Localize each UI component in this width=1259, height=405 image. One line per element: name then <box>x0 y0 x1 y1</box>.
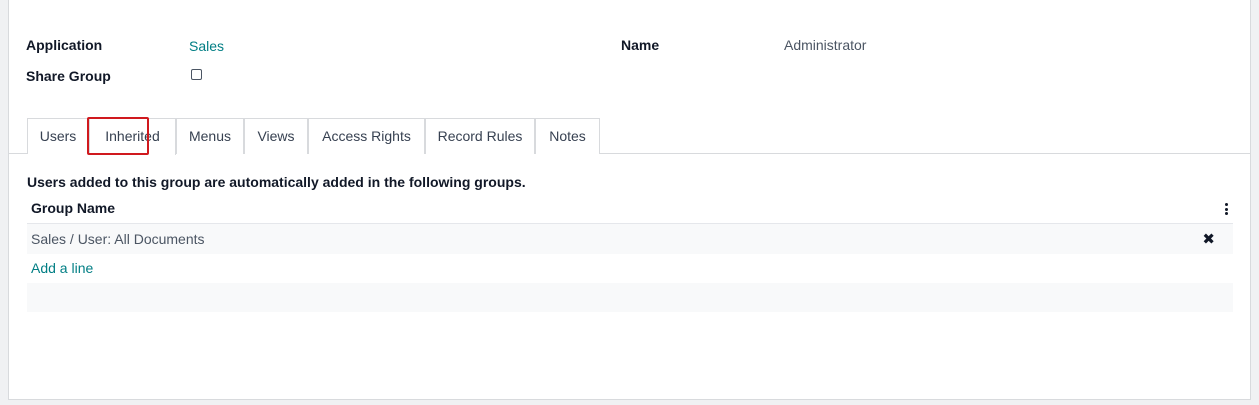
application-label: Application <box>26 37 103 53</box>
tab-users[interactable]: Users <box>27 118 89 154</box>
tab-inherited[interactable]: Inherited <box>89 118 176 155</box>
table-row[interactable]: Sales / User: All Documents ✖ <box>27 224 1233 254</box>
name-value[interactable]: Administrator <box>784 37 866 53</box>
table-header: Group Name <box>27 194 1233 224</box>
tab-menus[interactable]: Menus <box>176 118 244 154</box>
add-line-link[interactable]: Add a line <box>31 260 93 276</box>
share-group-label: Share Group <box>26 68 111 84</box>
application-value[interactable]: Sales <box>189 38 224 54</box>
name-label: Name <box>621 37 660 53</box>
tab-access-rights[interactable]: Access Rights <box>308 118 425 154</box>
share-group-checkbox[interactable] <box>191 69 202 80</box>
empty-table-row <box>27 283 1233 312</box>
tab-notes[interactable]: Notes <box>535 118 600 154</box>
tab-views[interactable]: Views <box>244 118 308 154</box>
inherited-help-text: Users added to this group are automatica… <box>27 174 526 190</box>
notebook-tabs: Users Inherited Menus Views Access Right… <box>9 118 1250 155</box>
close-x-icon[interactable]: ✖ <box>1202 230 1215 248</box>
column-header-group-name[interactable]: Group Name <box>31 200 115 216</box>
group-name-cell[interactable]: Sales / User: All Documents <box>31 231 205 247</box>
vertical-dots-icon[interactable] <box>1225 203 1229 215</box>
tab-record-rules[interactable]: Record Rules <box>425 118 535 154</box>
form-sheet: Application Sales Share Group Name Admin… <box>8 0 1251 400</box>
